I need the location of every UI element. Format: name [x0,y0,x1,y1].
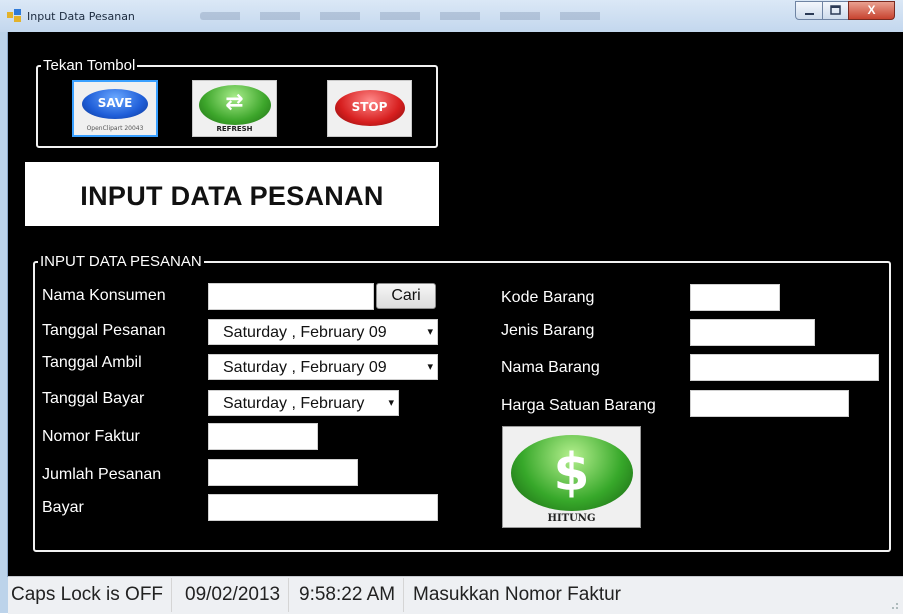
tanggal-bayar-value: Saturday , February [223,395,365,412]
status-time: 9:58:22 AM [299,578,405,612]
tanggal-ambil-datepicker[interactable]: Saturday , February 09 ▾ [208,354,438,380]
label-jumlah-pesanan: Jumlah Pesanan [42,466,162,483]
maximize-icon [830,5,841,15]
label-kode-barang: Kode Barang [501,289,595,306]
hitung-button[interactable]: $ HITUNG [502,426,641,528]
label-nama-konsumen: Nama Konsumen [42,287,166,304]
app-icon [7,9,21,22]
page-title: INPUT DATA PESANAN [80,181,384,211]
header-title-panel: INPUT DATA PESANAN [25,162,439,226]
nomor-faktur-input[interactable] [208,423,318,450]
save-button-caption: OpenClipart 20043 [86,125,144,132]
cari-button[interactable]: Cari [376,283,436,309]
save-button-label: SAVE [97,96,133,110]
refresh-button-caption: REFRESH [216,125,253,133]
status-date: 09/02/2013 [185,578,290,612]
harga-satuan-barang-input[interactable] [690,390,849,417]
label-nomor-faktur: Nomor Faktur [42,428,140,445]
resize-grip-icon[interactable] [887,598,899,610]
tanggal-pesanan-datepicker[interactable]: Saturday , February 09 ▾ [208,319,438,345]
window-title: Input Data Pesanan [27,10,135,23]
close-button[interactable]: X [848,1,895,20]
caps-lock-status: Caps Lock is OFF [11,578,173,612]
nama-konsumen-input[interactable] [208,283,374,310]
refresh-arrows-glyph: ⇄ [225,90,244,115]
jumlah-pesanan-input[interactable] [208,459,358,486]
refresh-button[interactable]: ⇄ REFRESH [192,80,277,137]
title-bar[interactable]: Input Data Pesanan X [0,0,903,32]
label-nama-barang: Nama Barang [501,359,600,376]
minimize-icon [805,13,814,15]
tanggal-ambil-value: Saturday , February 09 [223,359,387,376]
application-window: Input Data Pesanan X Tekan Tombol SAVE O… [0,0,903,614]
chevron-down-icon[interactable]: ▾ [427,325,433,338]
label-tanggal-ambil: Tanggal Ambil [42,354,142,371]
blurred-background-tabs [200,12,620,20]
minimize-button[interactable] [795,1,823,20]
chevron-down-icon[interactable]: ▾ [386,396,394,409]
close-icon: X [867,3,876,17]
tanggal-pesanan-value: Saturday , February 09 [223,324,387,341]
status-bar: Caps Lock is OFF 09/02/2013 9:58:22 AM M… [8,576,903,614]
toolbar-group-legend: Tekan Tombol [43,57,136,74]
save-button[interactable]: SAVE OpenClipart 20043 [72,80,158,137]
stop-button-label: STOP [351,100,388,114]
label-tanggal-pesanan: Tanggal Pesanan [42,322,166,339]
jenis-barang-input[interactable] [690,319,815,346]
tanggal-bayar-datepicker[interactable]: Saturday , February ▾ [208,390,399,416]
status-message: Masukkan Nomor Faktur [413,584,622,605]
bayar-input[interactable] [208,494,438,521]
label-tanggal-bayar: Tanggal Bayar [42,390,145,407]
chevron-down-icon[interactable]: ▾ [427,360,433,373]
label-jenis-barang: Jenis Barang [501,322,595,339]
label-harga-satuan-barang: Harga Satuan Barang [501,397,656,414]
nama-barang-input[interactable] [690,354,879,381]
maximize-button[interactable] [822,1,849,20]
input-group-legend: INPUT DATA PESANAN [40,253,202,270]
hitung-dollar-glyph: $ [553,443,590,503]
hitung-button-label: HITUNG [547,513,596,524]
stop-button[interactable]: STOP [327,80,412,137]
label-bayar: Bayar [42,499,84,516]
kode-barang-input[interactable] [690,284,780,311]
